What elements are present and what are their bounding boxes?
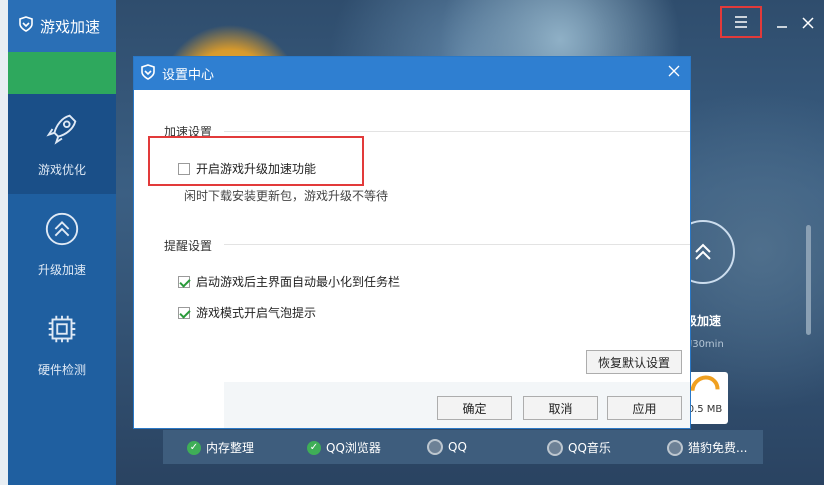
- divider: [224, 131, 690, 132]
- list-item[interactable]: 猎豹免费...: [667, 439, 747, 456]
- restore-defaults-button[interactable]: 恢复默认设置: [586, 350, 682, 374]
- software-list-bar: ✓ 内存整理 ✓ QQ浏览器 QQ QQ音乐 猎豹免费...: [163, 430, 763, 464]
- divider: [224, 244, 690, 245]
- window-controls: [720, 6, 814, 38]
- close-button[interactable]: [802, 14, 814, 33]
- checkbox-checked-icon: [178, 306, 190, 319]
- check-circle-icon: ✓: [187, 440, 201, 455]
- list-item-label: 猎豹免费...: [688, 441, 748, 455]
- rocket-icon: [43, 110, 81, 151]
- bubble-tip-checkbox[interactable]: 游戏模式开启气泡提示: [178, 304, 316, 321]
- ok-button[interactable]: 确定: [437, 396, 512, 420]
- scrollbar[interactable]: [806, 225, 811, 335]
- list-item-label: 内存整理: [206, 441, 255, 455]
- sidebar-item-game-optimize[interactable]: 游戏优化: [8, 94, 116, 194]
- shield-logo-icon: [140, 63, 156, 84]
- sidebar-item-upgrade-accel[interactable]: 升级加速: [8, 194, 116, 294]
- double-chevron-up-icon: [43, 210, 81, 251]
- list-item[interactable]: ✓ 内存整理: [187, 439, 254, 456]
- list-item-label: QQ浏览器: [326, 441, 381, 455]
- list-item[interactable]: QQ音乐: [547, 439, 611, 456]
- checkbox-checked-icon: [178, 275, 190, 288]
- check-circle-icon: ✓: [307, 440, 321, 455]
- dialog-close-button[interactable]: [666, 64, 682, 80]
- sidebar-item-label: 硬件检测: [37, 363, 86, 377]
- cancel-button[interactable]: 取消: [523, 396, 598, 420]
- left-window-edge: [0, 0, 8, 485]
- settings-dialog: 设置中心 加速设置 开启游戏升级加速功能 闲时下载安装更新包，游戏升级不等待 提…: [133, 56, 691, 429]
- checkbox-label: 游戏模式开启气泡提示: [196, 306, 317, 320]
- hamburger-menu-icon: [734, 13, 748, 32]
- list-item-label: QQ: [448, 440, 467, 454]
- empty-circle-icon: [667, 439, 683, 456]
- dialog-titlebar: 设置中心: [134, 57, 690, 90]
- section-title-reminder: 提醒设置: [164, 239, 213, 253]
- checkbox-label: 启动游戏后主界面自动最小化到任务栏: [196, 275, 401, 289]
- app-header: 游戏加速: [8, 0, 116, 52]
- menu-button[interactable]: [720, 6, 762, 38]
- app-title: 游戏加速: [40, 17, 101, 36]
- sidebar-item-label: 游戏优化: [37, 163, 86, 177]
- shield-logo-icon: [18, 16, 34, 36]
- sidebar-item-hardware-check[interactable]: 硬件检测: [8, 294, 116, 394]
- list-item[interactable]: QQ: [427, 439, 467, 455]
- sidebar: 游戏加速 游戏优化 升级加速 硬件检测: [8, 0, 116, 485]
- empty-circle-icon: [547, 439, 563, 456]
- highlight-box: [148, 136, 364, 186]
- minimize-button[interactable]: [776, 14, 788, 33]
- option-description: 闲时下载安装更新包，游戏升级不等待: [184, 189, 389, 203]
- apply-button[interactable]: 应用: [607, 396, 682, 420]
- empty-circle-icon: [427, 439, 443, 455]
- minimize-on-launch-checkbox[interactable]: 启动游戏后主界面自动最小化到任务栏: [178, 273, 400, 290]
- list-item-label: QQ音乐: [568, 441, 611, 455]
- dialog-title: 设置中心: [162, 68, 215, 83]
- chip-icon: [43, 310, 81, 351]
- sidebar-banner: [8, 52, 116, 94]
- sidebar-item-label: 升级加速: [37, 263, 86, 277]
- list-item[interactable]: ✓ QQ浏览器: [307, 439, 381, 456]
